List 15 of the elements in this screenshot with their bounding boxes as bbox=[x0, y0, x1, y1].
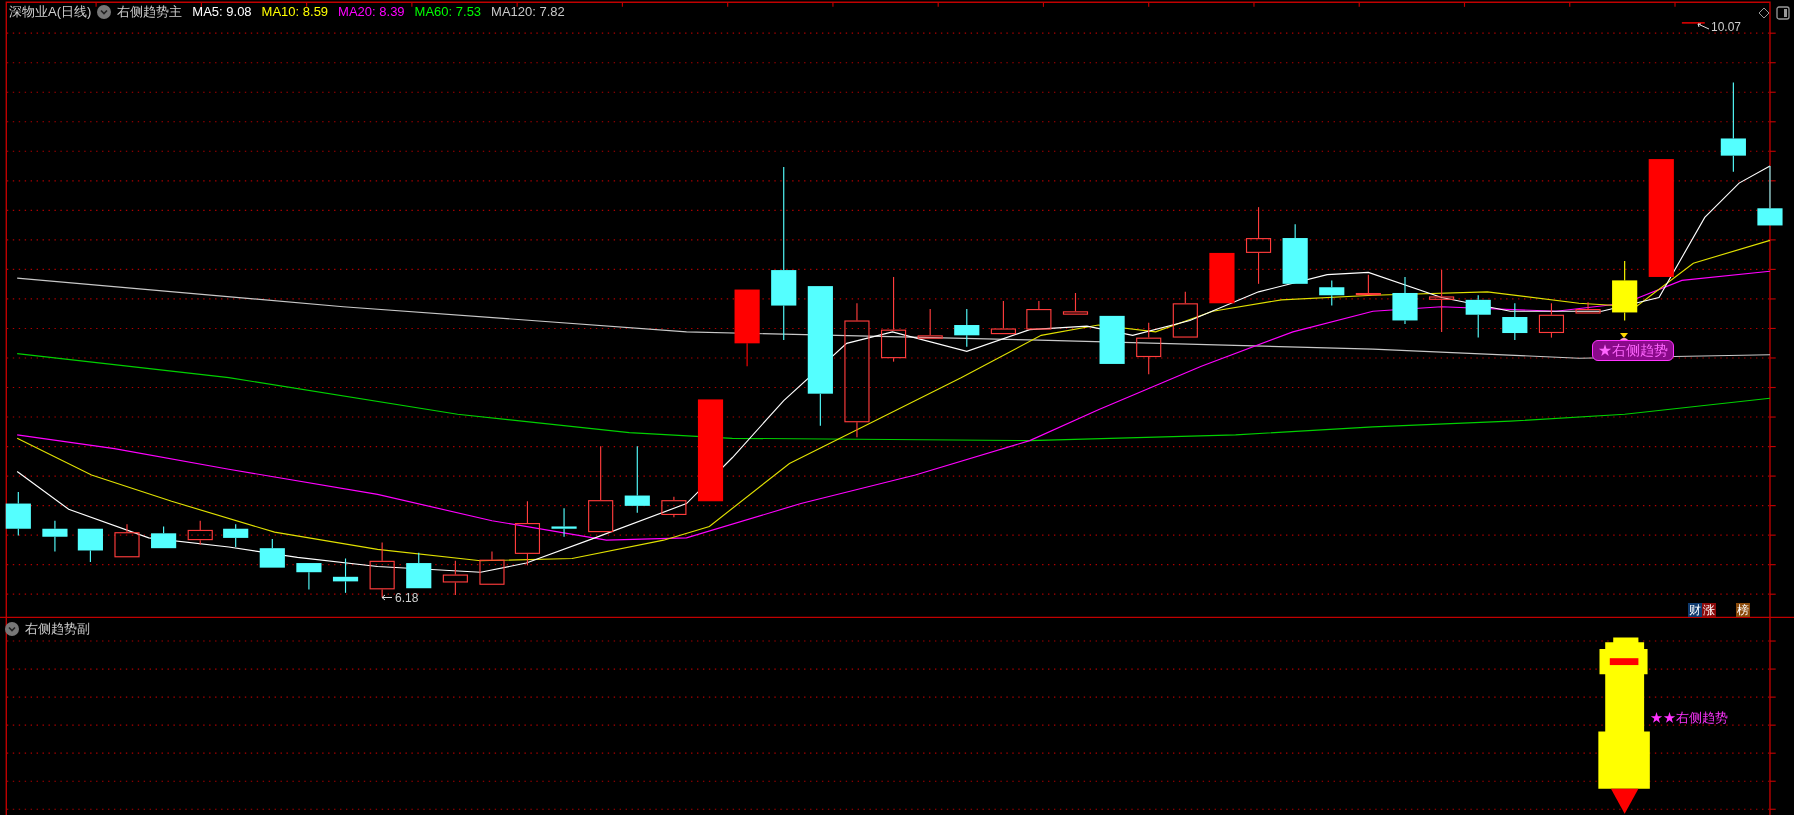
signal-label: ★★右侧趋势 bbox=[1650, 710, 1728, 726]
moving-average-legend: MA120: 7.82 bbox=[491, 3, 565, 21]
indicator-name: 右侧趋势主 bbox=[117, 3, 183, 21]
chart-title: 深物业A(日线) bbox=[9, 3, 92, 21]
high-price-label: 10.07 bbox=[1711, 20, 1742, 34]
moving-average-legend: MA5: 9.08 bbox=[192, 3, 252, 21]
moving-average-legend: MA20: 8.39 bbox=[338, 3, 405, 21]
tag-badge[interactable]: 财 bbox=[1688, 603, 1702, 617]
moving-average-legend: MA60: 7.53 bbox=[414, 3, 482, 21]
signal-badge: ★右侧趋势 bbox=[1592, 340, 1674, 361]
tag-badge[interactable]: 涨 bbox=[1702, 603, 1716, 617]
moving-average-legend: MA10: 8.59 bbox=[261, 3, 329, 21]
indicator-name: 右侧趋势副 bbox=[25, 620, 90, 638]
low-price-label: 6.18 bbox=[395, 591, 419, 605]
tag-badge[interactable]: 榜 bbox=[1736, 603, 1750, 617]
